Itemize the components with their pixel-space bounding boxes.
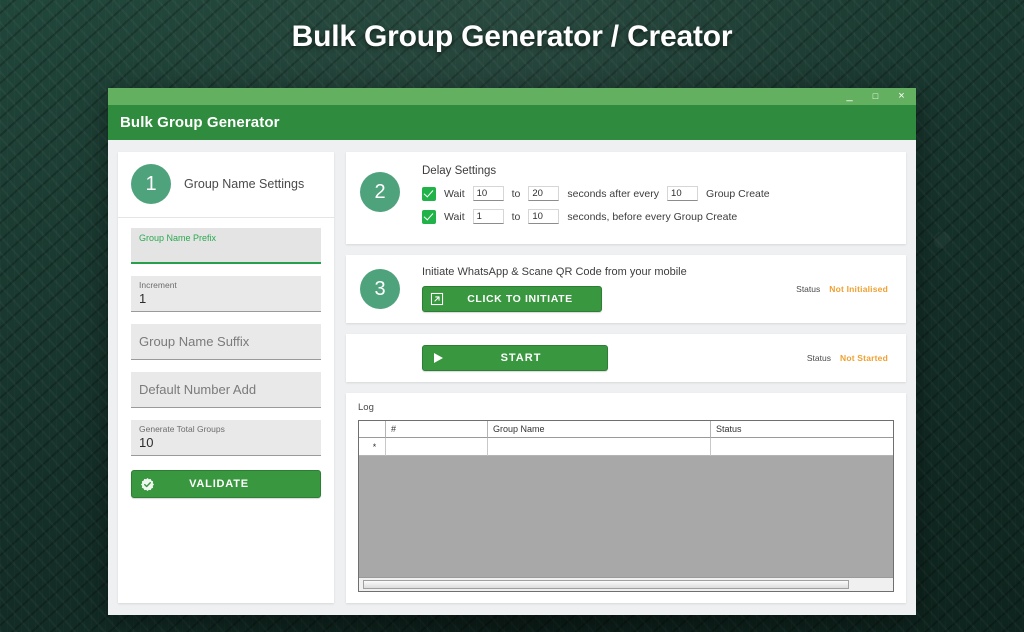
group-name-prefix-label: Group Name Prefix [139,232,313,244]
log-cell-number[interactable] [386,438,488,456]
increment-label: Increment [139,280,313,291]
initiate-status-label: Status [796,284,820,294]
close-icon[interactable]: × [895,91,908,102]
new-row-asterisk-icon: * [373,442,377,452]
group-name-settings-panel: 1 Group Name Settings Group Name Prefix … [118,152,334,603]
log-table-header: # Group Name Status [359,421,893,438]
external-link-icon [430,292,444,306]
increment-value: 1 [139,291,313,307]
validate-button-label: VALIDATE [132,478,320,490]
start-button-label: START [423,352,607,364]
application-window: _ □ × Bulk Group Generator 1 Group Name … [108,88,916,615]
table-row[interactable]: * [359,438,893,456]
log-row-marker: * [359,438,386,456]
application-body: 1 Group Name Settings Group Name Prefix … [108,140,916,615]
log-header-status[interactable]: Status [711,421,893,438]
log-header-group-name[interactable]: Group Name [488,421,711,438]
delay-row-1-wait-label: Wait [444,188,465,200]
initiate-whatsapp-panel: 3 Initiate WhatsApp & Scane QR Code from… [346,255,906,323]
delay-row-2-to-input[interactable]: 10 [528,209,559,224]
default-number-add-field[interactable]: Default Number Add [131,372,321,408]
initiate-instruction: Initiate WhatsApp & Scane QR Code from y… [422,266,774,278]
log-scrollbar-thumb[interactable] [363,580,849,589]
group-name-suffix-placeholder: Group Name Suffix [139,334,313,349]
delay-settings-heading: Delay Settings [422,165,892,177]
delay-row-1-from-input[interactable]: 10 [473,186,504,201]
delay-row-after-every: Wait 10 to 20 seconds after every 10 Gro… [422,186,892,201]
group-name-prefix-field[interactable]: Group Name Prefix [131,228,321,264]
delay-row-1-to-label: to [512,188,521,200]
log-table-empty-area [359,456,893,577]
validate-button[interactable]: VALIDATE [131,470,321,498]
page-title: Bulk Group Generator / Creator [0,20,1024,54]
panel-divider [118,217,334,218]
step-1-number: 1 [131,164,171,204]
delay-row-2-wait-label: Wait [444,211,465,223]
default-number-add-placeholder: Default Number Add [139,382,313,397]
initiate-status-block: Status Not Initialised [796,284,892,294]
group-name-suffix-field[interactable]: Group Name Suffix [131,324,321,360]
delay-row-2-mid-text: seconds, before every Group Create [567,211,737,223]
log-label: Log [358,402,894,413]
start-button[interactable]: START [422,345,608,371]
delay-row-1-every-input[interactable]: 10 [667,186,698,201]
delay-row-1-mid-text: seconds after every [567,188,659,200]
log-cell-group-name[interactable] [488,438,711,456]
initiate-body: Initiate WhatsApp & Scane QR Code from y… [422,266,774,312]
step-1-header: 1 Group Name Settings [131,164,321,217]
delay-settings-body: Delay Settings Wait 10 to 20 seconds aft… [422,164,892,232]
log-cell-status[interactable] [711,438,893,456]
right-column: 2 Delay Settings Wait 10 to 20 seconds a… [346,152,906,603]
start-status-label: Status [807,353,831,363]
delay-row-1-tail-text: Group Create [706,188,770,200]
play-icon [434,353,443,363]
increment-field[interactable]: Increment 1 [131,276,321,312]
start-button-wrap: START [422,345,785,371]
log-horizontal-scrollbar[interactable] [359,577,893,591]
start-status-block: Status Not Started [807,353,892,363]
window-controls-bar: _ □ × [108,88,916,105]
log-panel: Log # Group Name Status * [346,393,906,603]
delay-row-1-to-input[interactable]: 20 [528,186,559,201]
initiate-status-value: Not Initialised [829,284,888,294]
start-status-value: Not Started [840,353,888,363]
delay-row-1-checkbox[interactable] [422,187,436,201]
delay-row-2-to-label: to [512,211,521,223]
start-panel: START Status Not Started [346,334,906,382]
log-table: # Group Name Status * [358,420,894,592]
delay-row-2-checkbox[interactable] [422,210,436,224]
step-2-number: 2 [360,172,400,212]
delay-settings-panel: 2 Delay Settings Wait 10 to 20 seconds a… [346,152,906,244]
delay-row-before-every: Wait 1 to 10 seconds, before every Group… [422,209,892,224]
check-badge-icon [140,477,155,492]
step-1-title: Group Name Settings [184,177,304,191]
click-to-initiate-label: CLICK TO INITIATE [423,293,601,305]
step-3-number: 3 [360,269,400,309]
window-title: Bulk Group Generator [120,114,280,131]
generate-total-groups-field[interactable]: Generate Total Groups 10 [131,420,321,456]
minimize-icon[interactable]: _ [843,91,856,102]
generate-total-groups-label: Generate Total Groups [139,424,313,435]
delay-row-2-from-input[interactable]: 1 [473,209,504,224]
window-titlebar: Bulk Group Generator [108,105,916,140]
generate-total-groups-value: 10 [139,435,313,451]
log-header-number[interactable]: # [386,421,488,438]
log-header-rowselect[interactable] [359,421,386,438]
maximize-icon[interactable]: □ [869,92,882,101]
click-to-initiate-button[interactable]: CLICK TO INITIATE [422,286,602,312]
